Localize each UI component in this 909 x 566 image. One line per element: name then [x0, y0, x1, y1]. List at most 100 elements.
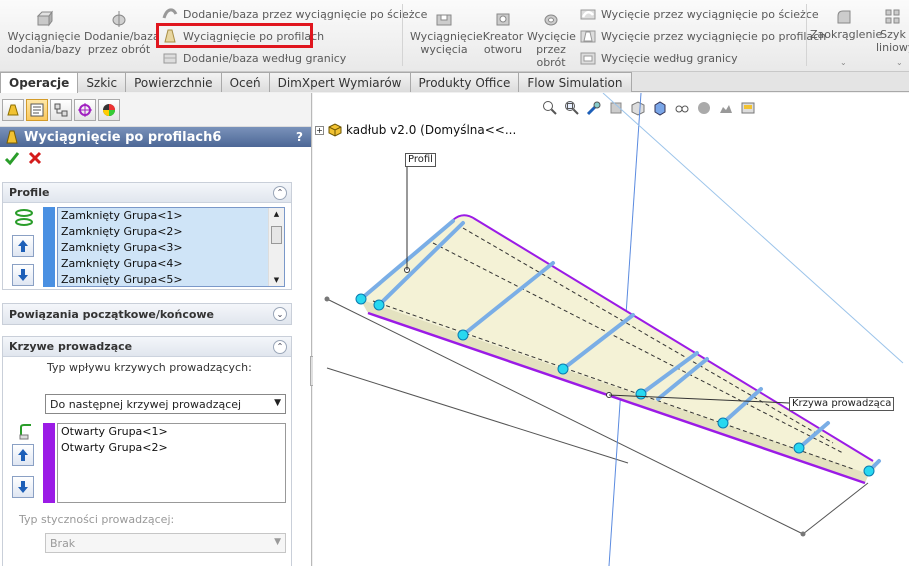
profile-selection-icon [15, 209, 33, 226]
cut-extrude-icon [436, 14, 452, 26]
hole-wizard-icon [496, 13, 510, 26]
command-ribbon: Wyciągnięcie dodania/bazy Dodanie/baza p… [0, 0, 909, 72]
dropdown-arrow-icon: ▼ [274, 398, 281, 408]
start-end-constraints-section: Powiązania początkowe/końcowe ⌄ [2, 303, 292, 325]
loft-feature-icon [6, 130, 18, 144]
cut-loft-icon [580, 30, 596, 43]
cut-boundary-button[interactable]: Wycięcie według granicy [580, 48, 738, 68]
model-canvas[interactable] [313, 93, 909, 566]
cut-revolve-button[interactable]: Wycięcie przez obrót [527, 10, 576, 69]
help-button[interactable]: ? [296, 130, 303, 144]
boss-extrude-button[interactable]: Wyciągnięcie dodania/bazy [6, 10, 82, 56]
constraints-section-header[interactable]: Powiązania początkowe/końcowe ⌄ [3, 304, 291, 324]
cut-loft-button[interactable]: Wycięcie przez wyciągnięcie po profilach [580, 26, 826, 46]
scroll-up-icon[interactable]: ▲ [269, 208, 284, 220]
guide-color-bar [43, 423, 55, 503]
boss-revolve-button[interactable]: Dodanie/baza przez obrót [84, 10, 160, 56]
dimxpert-icon [78, 102, 92, 117]
property-manager-tab[interactable] [26, 98, 48, 121]
profile-callout[interactable]: Profil [405, 153, 436, 167]
move-down-button[interactable] [12, 264, 34, 286]
cancel-x-icon[interactable] [28, 151, 42, 165]
scroll-thumb[interactable] [271, 226, 282, 244]
list-item[interactable]: Zamknięty Grupa<4> [58, 256, 284, 272]
display-manager-icon [103, 103, 115, 116]
cut-revolve-icon [544, 14, 558, 26]
list-item[interactable]: Zamknięty Grupa<5> [58, 272, 284, 288]
property-manager-icon [30, 103, 44, 116]
list-item[interactable]: Otwarty Grupa<2> [58, 440, 285, 456]
origin-point [800, 531, 806, 537]
influence-type-select[interactable]: Do następnej krzywej prowadzącej ▼ [45, 394, 286, 414]
guide-curve-selection-icon [19, 424, 31, 440]
tangency-type-select[interactable]: Brak ▼ [45, 533, 286, 553]
move-up-button[interactable] [12, 235, 34, 257]
hole-wizard-button[interactable]: Kreator otworu [480, 10, 526, 56]
cut-boundary-icon [580, 52, 596, 65]
collapse-chevron-icon[interactable]: ⌃ [273, 185, 287, 200]
dropdown-arrow-icon: ▼ [274, 537, 281, 547]
boss-revolve-icon [112, 11, 126, 27]
list-item[interactable]: Otwarty Grupa<1> [58, 424, 285, 440]
guide-curves-list[interactable]: Otwarty Grupa<1> Otwarty Grupa<2> [57, 423, 286, 503]
configuration-tab[interactable] [50, 98, 72, 121]
tab-operacje[interactable]: Operacje [0, 72, 79, 93]
confirm-row [0, 147, 311, 169]
list-item[interactable]: Zamknięty Grupa<2> [58, 224, 284, 240]
tab-powierzchnie[interactable]: Powierzchnie [125, 72, 222, 92]
arrow-down-icon [18, 269, 28, 281]
feature-title-bar: Wyciągnięcie po profilach6 ? [0, 127, 311, 147]
list-item[interactable]: Zamknięty Grupa<3> [58, 240, 284, 256]
boss-extrude-icon [36, 10, 53, 27]
command-tabs: Operacje Szkic Powierzchnie Oceń DimXper… [0, 72, 909, 93]
fillet-button[interactable]: Zaokrąglenie [810, 8, 882, 41]
guide-curve-callout[interactable]: Krzywa prowadząca [789, 397, 895, 411]
sweep-button[interactable]: Dodanie/baza przez wyciągnięcie po ścież… [162, 4, 427, 24]
tab-flow-simulation[interactable]: Flow Simulation [518, 72, 632, 92]
pattern-dropdown-icon[interactable]: ⌄ [896, 58, 903, 67]
feature-title: Wyciągnięcie po profilach6 [24, 129, 222, 145]
tangency-type-label: Typ styczności prowadzącej: [19, 513, 175, 526]
ribbon-separator [806, 4, 807, 66]
ribbon-separator [402, 4, 403, 66]
origin-point [324, 296, 330, 302]
cut-sweep-button[interactable]: Wycięcie przez wyciągnięcie po ścieżce [580, 4, 819, 24]
arrow-up-icon [18, 449, 28, 461]
scroll-down-icon[interactable]: ▼ [269, 274, 284, 286]
property-manager: Wyciągnięcie po profilach6 ? Profile ⌃ Z… [0, 93, 312, 566]
diagonal-axis [602, 93, 904, 364]
sweep-icon [162, 8, 178, 19]
loft-highlight-box [156, 23, 313, 48]
guide-move-down-button[interactable] [12, 476, 34, 498]
dimxpert-tab[interactable] [74, 98, 96, 121]
tab-szkic[interactable]: Szkic [77, 72, 127, 92]
linear-pattern-button[interactable]: Szyk liniowy [876, 8, 909, 54]
profiles-scrollbar[interactable]: ▲ ▼ [268, 208, 284, 286]
fillet-icon [837, 10, 851, 24]
arrow-up-icon [18, 240, 28, 252]
tab-produkty-office[interactable]: Produkty Office [409, 72, 520, 92]
profiles-section-header[interactable]: Profile ⌃ [3, 183, 291, 203]
boundary-boss-icon [163, 53, 177, 64]
list-item[interactable]: Zamknięty Grupa<1> [58, 208, 284, 224]
fillet-dropdown-icon[interactable]: ⌄ [840, 58, 847, 67]
profiles-section: Profile ⌃ Zamknięty Grupa<1> Zamknięty G… [2, 182, 292, 290]
profiles-list[interactable]: Zamknięty Grupa<1> Zamknięty Grupa<2> Za… [57, 207, 285, 287]
guide-move-up-button[interactable] [12, 444, 34, 466]
cut-extrude-button[interactable]: Wyciągnięcie wycięcia [410, 10, 483, 56]
tab-dimxpert[interactable]: DimXpert Wymiarów [268, 72, 411, 92]
feature-tree-tab[interactable] [2, 98, 24, 121]
guide-curves-section-header[interactable]: Krzywe prowadzące ⌃ [3, 337, 291, 357]
collapse-chevron-icon[interactable]: ⌃ [273, 339, 287, 354]
axis-line [802, 482, 869, 535]
graphics-area[interactable]: + kadłub v2.0 (Domyślna<<... Profil Krzy… [313, 93, 909, 566]
tab-ocen[interactable]: Oceń [220, 72, 270, 92]
manager-toolbar [0, 93, 311, 127]
arrow-down-icon [18, 481, 28, 493]
expand-chevron-icon[interactable]: ⌄ [273, 307, 287, 321]
display-manager-tab[interactable] [98, 98, 120, 121]
ok-checkmark-icon[interactable] [4, 150, 20, 166]
boundary-boss-button[interactable]: Dodanie/baza według granicy [162, 48, 346, 68]
feature-tree-icon [7, 104, 19, 115]
influence-type-label: Typ wpływu krzywych prowadzących: [47, 361, 252, 374]
